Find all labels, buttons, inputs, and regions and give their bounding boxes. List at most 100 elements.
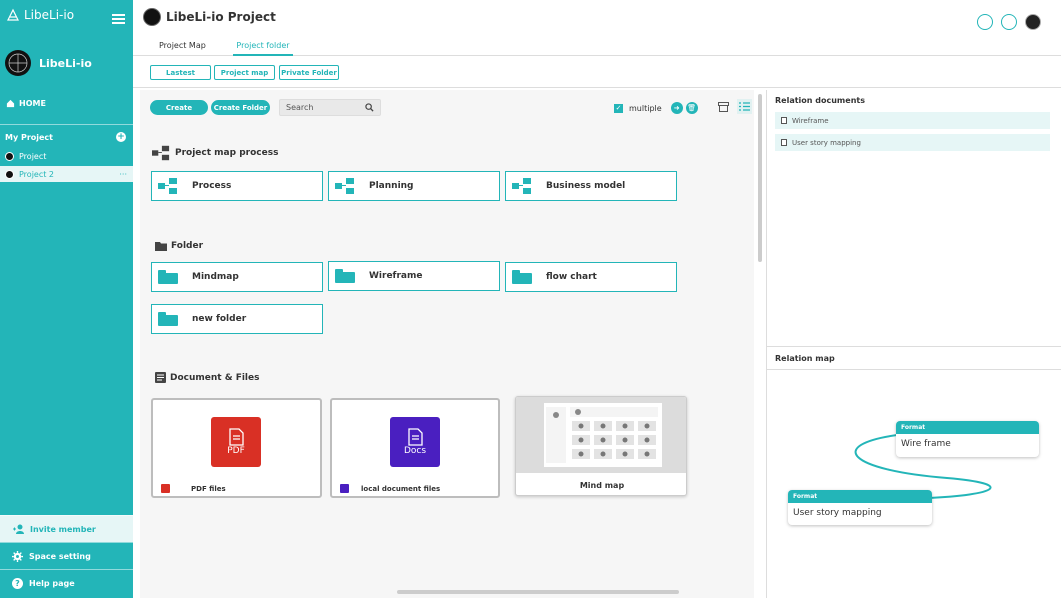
folder-icon: [335, 269, 355, 283]
help-icon: ?: [12, 577, 23, 589]
list-view-icon[interactable]: [737, 99, 752, 114]
vertical-scrollbar[interactable]: [758, 94, 762, 262]
notification-icon[interactable]: [977, 14, 993, 30]
view-toggle: [716, 99, 752, 114]
menu-icon[interactable]: [112, 14, 125, 24]
project-map-icon: [335, 178, 355, 194]
sidebar: LibeLi-io LibeLi-io HOME My Project + Pr…: [0, 0, 133, 598]
document-icon: [781, 139, 787, 146]
pdf-small-icon: [161, 484, 170, 493]
project-label: Project: [19, 151, 47, 161]
app-logo[interactable]: LibeLi-io: [6, 8, 74, 22]
document-label: local document files: [361, 485, 441, 493]
document-card-pdf[interactable]: PDF PDF files: [151, 398, 322, 498]
sidebar-item-home[interactable]: HOME: [6, 99, 46, 108]
page-title: LibeLi-io Project: [143, 8, 276, 26]
move-icon[interactable]: ➜: [670, 102, 683, 114]
add-project-icon[interactable]: +: [116, 132, 126, 142]
relation-node-wire-frame[interactable]: Format Wire frame: [896, 421, 1039, 457]
card-label: new folder: [192, 314, 247, 324]
document-card-docs[interactable]: Docs local document files: [330, 398, 500, 498]
space-setting-button[interactable]: Space setting: [0, 542, 133, 569]
section-title: Document & Files: [170, 372, 260, 383]
project-avatar: [5, 151, 14, 161]
project-avatar: [143, 8, 161, 26]
folder-icon: [158, 270, 178, 284]
folder-card-flow-chart[interactable]: flow chart: [505, 262, 677, 292]
invite-label: Invite member: [30, 524, 96, 534]
section-folder: Folder: [155, 241, 203, 251]
more-icon[interactable]: ···: [119, 170, 127, 179]
delete-icon[interactable]: 🗑: [685, 102, 698, 114]
filter-lastest[interactable]: Lastest: [150, 65, 211, 80]
project-map-card-business-model[interactable]: Business model: [505, 171, 677, 201]
document-icon: [781, 117, 787, 124]
project-map-card-process[interactable]: Process: [151, 171, 323, 201]
folder-icon: [512, 270, 532, 284]
create-folder-button[interactable]: Create Folder: [211, 100, 270, 115]
multiple-label: multiple: [629, 103, 662, 113]
card-label: flow chart: [546, 272, 597, 282]
document-card-mind-map[interactable]: Mind map: [515, 396, 687, 496]
add-user-icon: [13, 524, 24, 534]
mind-map-thumbnail: [516, 397, 686, 473]
home-icon: [6, 99, 15, 108]
project-title-text: LibeLi-io Project: [166, 10, 276, 24]
horizontal-scrollbar[interactable]: [397, 590, 679, 594]
section-project-map: Project map process: [151, 145, 278, 161]
filter-project-map[interactable]: Project map: [214, 65, 275, 80]
docs-icon-text: Docs: [403, 446, 427, 456]
card-label: Process: [192, 181, 232, 191]
panel-divider: [767, 346, 1061, 347]
section-documents: Document & Files: [155, 372, 259, 383]
multiple-checkbox[interactable]: ✓: [614, 103, 623, 113]
my-project-heading: My Project: [5, 133, 53, 142]
multiple-select[interactable]: ✓ multiple ➜ 🗑: [614, 102, 698, 114]
docs-icon: Docs: [390, 417, 440, 467]
section-title: Project map process: [175, 148, 279, 158]
relation-document-label: User story mapping: [792, 138, 861, 147]
card-label: Mindmap: [192, 272, 239, 282]
card-label: Wireframe: [369, 271, 423, 281]
project-map-icon: [512, 178, 532, 194]
user-avatar[interactable]: [1025, 14, 1041, 30]
space-setting-label: Space setting: [29, 551, 91, 561]
home-label: HOME: [19, 99, 46, 108]
sidebar-item-project[interactable]: Project: [0, 148, 133, 164]
relation-map-title: Relation map: [775, 354, 835, 363]
section-title: Folder: [171, 241, 204, 251]
space-header[interactable]: LibeLi-io: [5, 50, 92, 76]
space-name: LibeLi-io: [39, 56, 92, 70]
project-map-icon: [158, 178, 178, 194]
project-map-card-planning[interactable]: Planning: [328, 171, 500, 201]
tab-project-map[interactable]: Project Map: [159, 41, 206, 54]
archive-icon[interactable]: [716, 99, 731, 114]
project-label: Project 2: [19, 169, 55, 179]
folder-card-new-folder[interactable]: new folder: [151, 304, 323, 334]
invite-member-button[interactable]: Invite member: [0, 515, 133, 542]
filter-private-folder[interactable]: Private Folder: [279, 65, 339, 80]
folder-card-mindmap[interactable]: Mindmap: [151, 262, 323, 292]
relation-node-user-story-mapping[interactable]: Format User story mapping: [788, 490, 932, 525]
sidebar-item-project-2[interactable]: Project 2 ···: [0, 166, 133, 182]
folder-icon: [155, 241, 167, 251]
header-icons: [977, 14, 1041, 30]
tab-project-folder[interactable]: Project folder: [233, 41, 293, 56]
relation-document-item[interactable]: User story mapping: [775, 134, 1050, 151]
space-avatar: [5, 50, 31, 76]
project-avatar: [5, 169, 14, 179]
search-input[interactable]: Search: [279, 99, 381, 116]
project-map-icon: [152, 145, 170, 161]
app-name: LibeLi-io: [24, 8, 75, 22]
card-label: Business model: [546, 181, 626, 191]
main-content: [140, 90, 754, 598]
relation-document-item[interactable]: Wireframe: [775, 112, 1050, 129]
node-header: Format: [896, 421, 1039, 434]
folder-card-wireframe[interactable]: Wireframe: [328, 261, 500, 291]
tab-bar: Project Map Project folder: [133, 38, 1061, 56]
lightbulb-icon[interactable]: [1001, 14, 1017, 30]
help-page-button[interactable]: ? Help page: [0, 569, 133, 596]
create-button[interactable]: Create: [150, 100, 208, 115]
card-label: Planning: [369, 181, 414, 191]
sidebar-divider: [0, 124, 133, 125]
